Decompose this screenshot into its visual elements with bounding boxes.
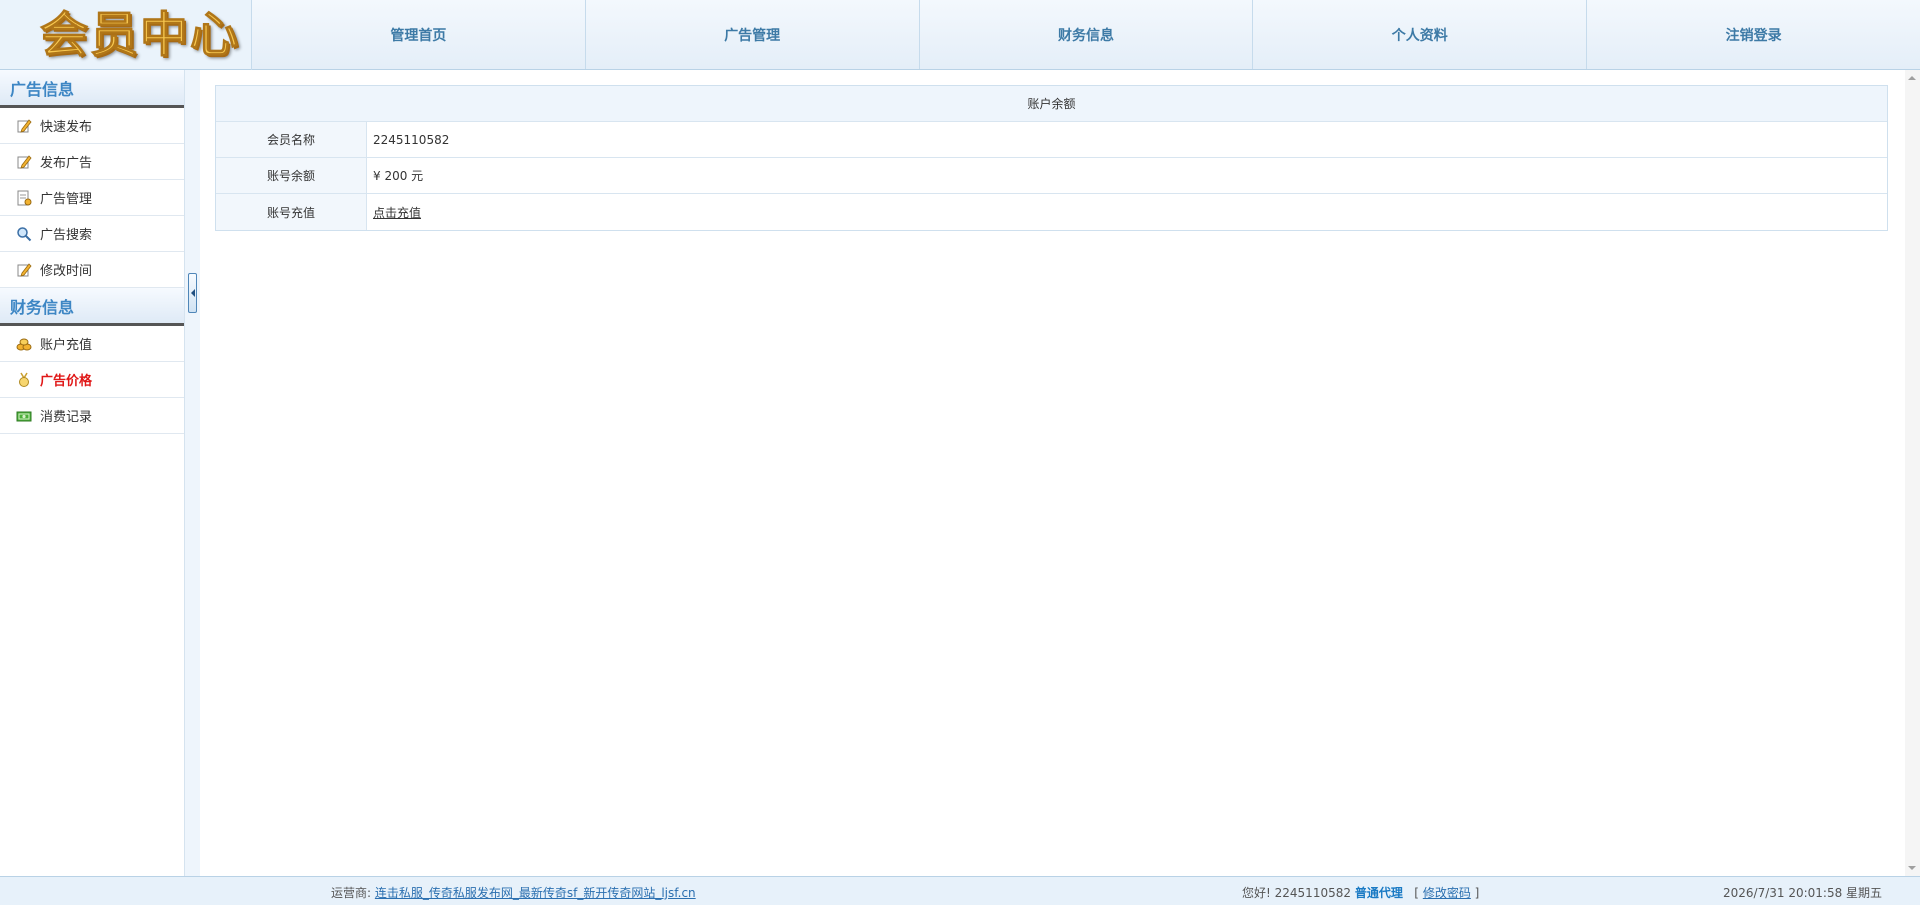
balance-panel: 账户余额 会员名称 2245110582 账号余额 ¥ 200 元 账号充值 点…	[215, 85, 1888, 231]
pencil-icon	[16, 118, 32, 134]
sidebar: 广告信息 快速发布 发布广告 广告管理 广告搜索 修改时间 财务信息 账户充值 …	[0, 70, 185, 876]
sidebar-item-consumption-record[interactable]: 消费记录	[0, 398, 184, 434]
balance-value: ¥ 200 元	[373, 169, 424, 183]
operator-label: 运营商:	[331, 886, 372, 900]
row-label: 会员名称	[216, 122, 367, 157]
sidebar-item-label: 广告搜索	[40, 228, 93, 243]
row-label: 账号余额	[216, 158, 367, 193]
recharge-link[interactable]: 点击充值	[373, 204, 421, 221]
sidebar-item-label: 消费记录	[40, 410, 93, 425]
top-header: 会员中心 管理首页 广告管理 财务信息 个人资料 注销登录	[0, 0, 1920, 70]
vertical-scrollbar[interactable]	[1905, 70, 1920, 876]
nav-profile[interactable]: 个人资料	[1253, 0, 1588, 69]
footer-operator: 运营商: 连击私服_传奇私服发布网_最新传奇sf_新开传奇网站_ljsf.cn	[331, 884, 696, 901]
sidebar-item-ad-search[interactable]: 广告搜索	[0, 216, 184, 252]
row-label: 账号充值	[216, 194, 367, 230]
sidebar-section-finance: 财务信息	[0, 288, 184, 326]
document-manage-icon	[16, 190, 32, 206]
nav-finance[interactable]: 财务信息	[919, 0, 1254, 69]
nav-ad-management[interactable]: 广告管理	[585, 0, 920, 69]
sidebar-item-ad-price[interactable]: 广告价格	[0, 362, 184, 398]
sidebar-splitter	[184, 70, 200, 876]
sidebar-item-label: 广告管理	[40, 192, 93, 207]
sidebar-item-label: 广告价格	[40, 374, 93, 389]
sidebar-section-ad-info: 广告信息	[0, 70, 184, 108]
coins-icon	[16, 336, 32, 352]
footer-user-info: 您好! 2245110582 普通代理 [ 修改密码 ]	[1242, 884, 1479, 901]
main-content: 账户余额 会员名称 2245110582 账号余额 ¥ 200 元 账号充值 点…	[200, 70, 1905, 876]
table-row: 账号充值 点击充值	[216, 194, 1887, 230]
medal-icon	[16, 372, 32, 388]
sidebar-item-quick-publish[interactable]: 快速发布	[0, 108, 184, 144]
sidebar-item-label: 修改时间	[40, 264, 93, 279]
scroll-down-arrow-icon[interactable]	[1908, 866, 1916, 870]
money-bill-icon	[16, 408, 32, 424]
nav-home[interactable]: 管理首页	[252, 0, 586, 69]
scroll-up-arrow-icon[interactable]	[1908, 76, 1916, 80]
operator-link[interactable]: 连击私服_传奇私服发布网_最新传奇sf_新开传奇网站_ljsf.cn	[375, 886, 696, 900]
table-row: 账号余额 ¥ 200 元	[216, 158, 1887, 194]
panel-title: 账户余额	[216, 86, 1887, 122]
greeting-text: 您好!	[1242, 886, 1271, 900]
change-password-link[interactable]: 修改密码	[1423, 886, 1471, 900]
sidebar-item-recharge[interactable]: 账户充值	[0, 326, 184, 362]
footer-datetime: 2026/7/31 20:01:58 星期五	[1723, 886, 1883, 900]
pencil-icon	[16, 262, 32, 278]
sidebar-item-label: 发布广告	[40, 156, 93, 171]
top-nav: 管理首页 广告管理 财务信息 个人资料 注销登录	[252, 0, 1920, 69]
sidebar-item-modify-time[interactable]: 修改时间	[0, 252, 184, 288]
nav-logout[interactable]: 注销登录	[1587, 0, 1920, 69]
user-role: 普通代理	[1354, 886, 1403, 900]
member-name-value: 2245110582	[373, 132, 450, 147]
pencil-icon	[16, 154, 32, 170]
chevron-left-icon	[190, 289, 195, 297]
footer-username: 2245110582	[1274, 886, 1351, 900]
sidebar-item-label: 账户充值	[40, 338, 93, 353]
footer: 运营商: 连击私服_传奇私服发布网_最新传奇sf_新开传奇网站_ljsf.cn …	[0, 876, 1920, 905]
logo: 会员中心	[0, 0, 252, 70]
magnifier-icon	[16, 226, 32, 242]
sidebar-item-publish-ad[interactable]: 发布广告	[0, 144, 184, 180]
bracket-open: [	[1414, 886, 1419, 900]
sidebar-item-ad-management[interactable]: 广告管理	[0, 180, 184, 216]
table-row: 会员名称 2245110582	[216, 122, 1887, 158]
sidebar-collapse-button[interactable]	[188, 273, 197, 313]
bracket-close: ]	[1474, 886, 1480, 900]
recharge-cell: 点击充值	[367, 194, 1887, 230]
sidebar-item-label: 快速发布	[40, 120, 93, 135]
logo-text: 会员中心	[39, 7, 241, 63]
